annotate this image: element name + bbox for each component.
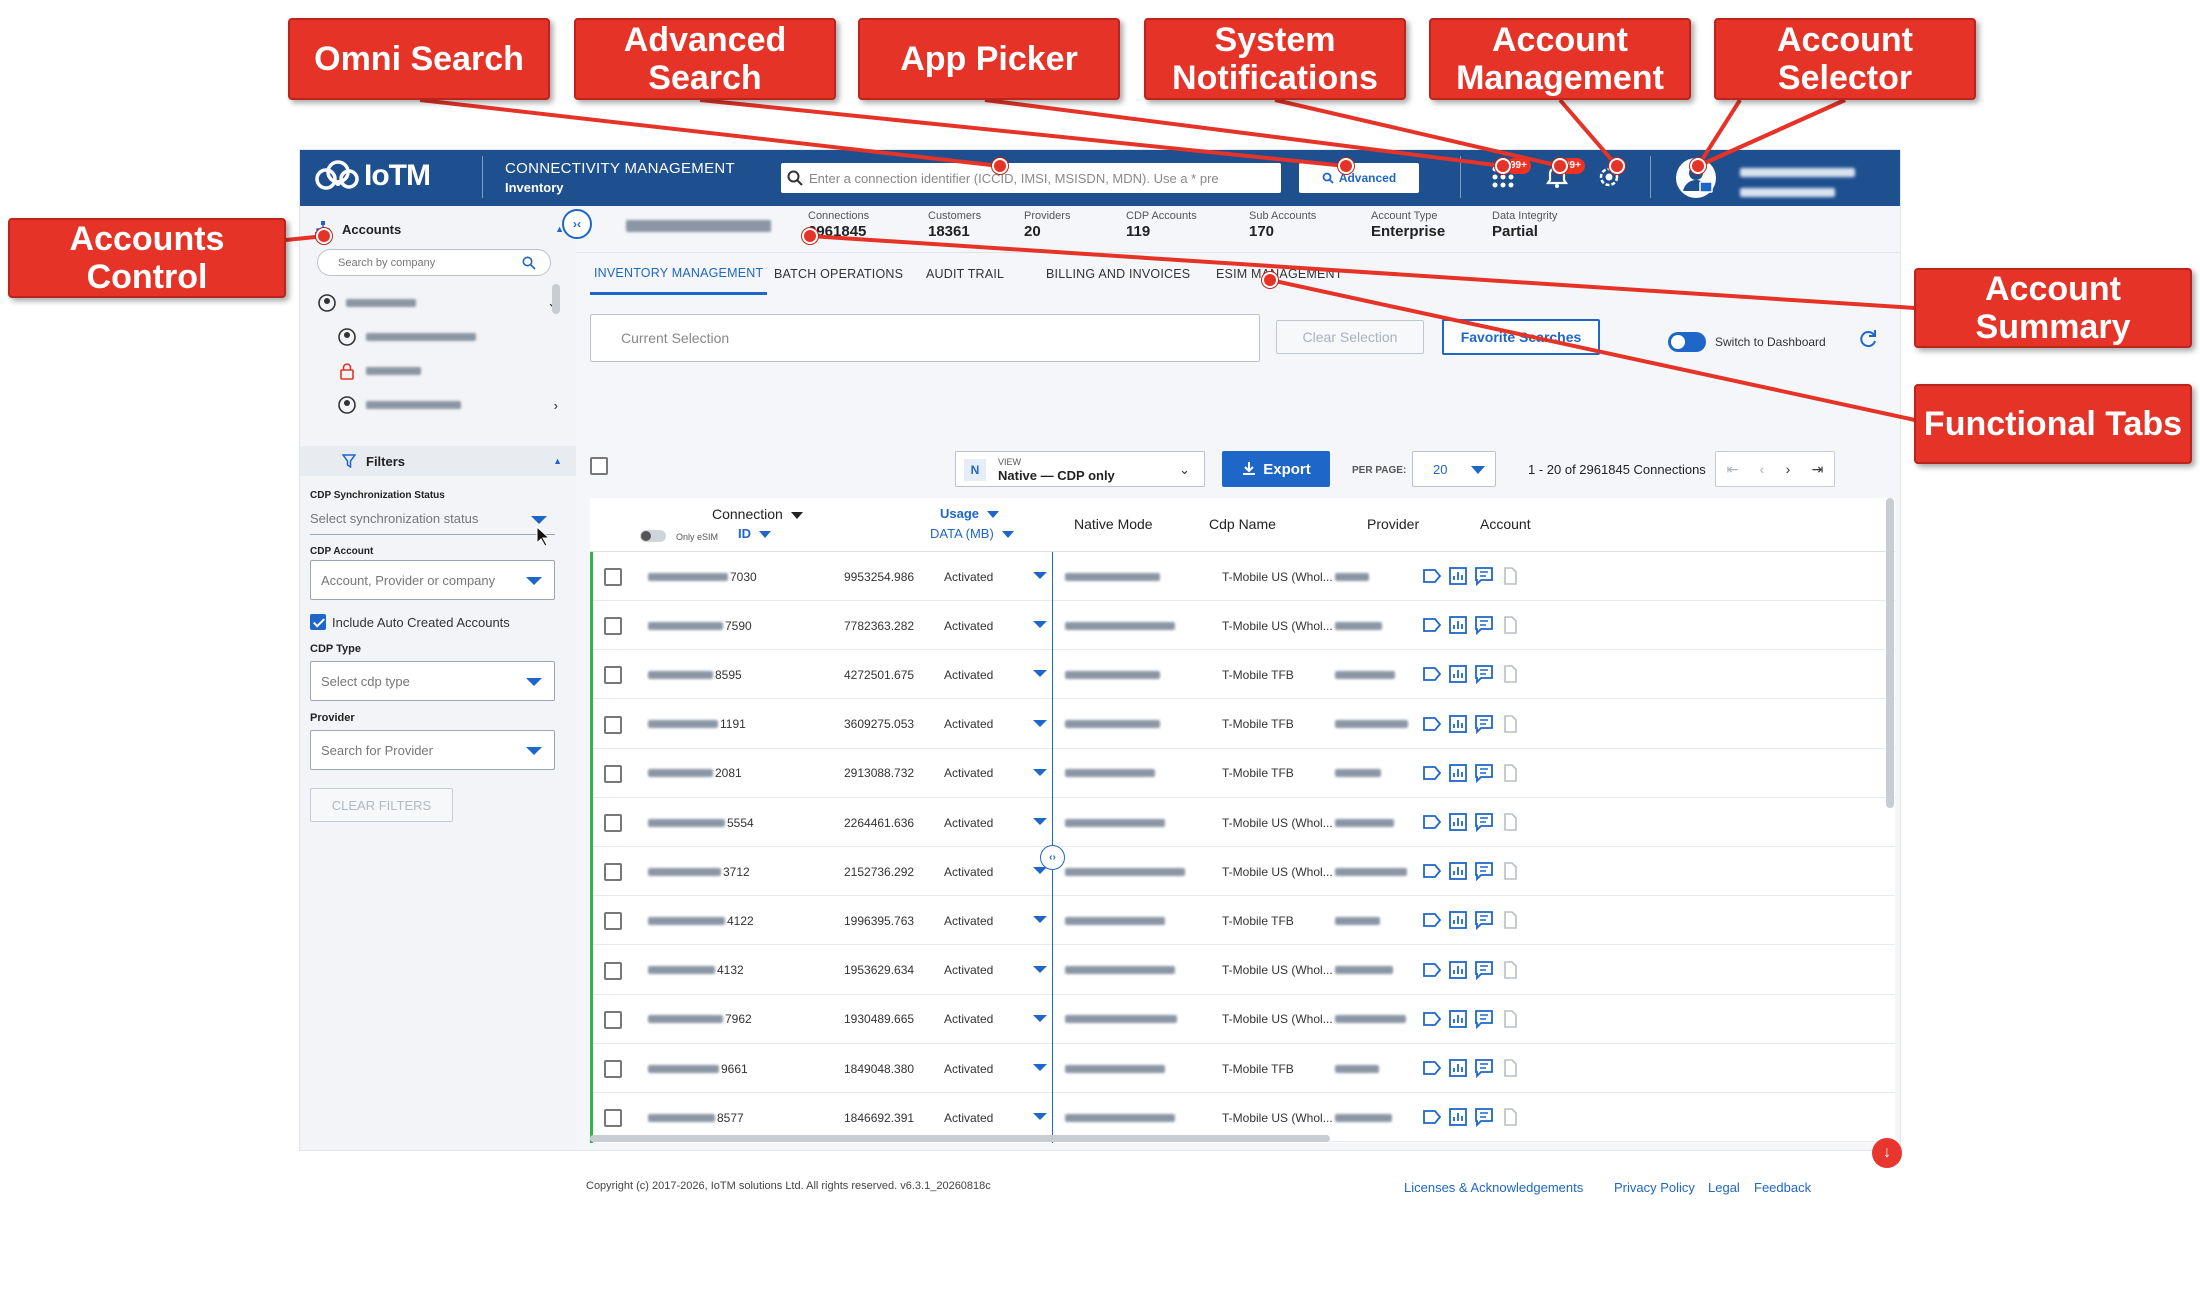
callout-dot [1552, 158, 1568, 174]
callout-dot [316, 228, 332, 244]
callout-dot [992, 158, 1008, 174]
callout-account-summary: Account Summary [1914, 268, 2192, 348]
callout-accounts-control: Accounts Control [8, 218, 286, 298]
callout-dot [1690, 158, 1706, 174]
callout-account-management: Account Management [1429, 18, 1691, 100]
callout-dot [1609, 158, 1625, 174]
callout-dot [1262, 272, 1278, 288]
callout-system-notifications: System Notifications [1144, 18, 1406, 100]
callout-functional-tabs: Functional Tabs [1914, 384, 2192, 464]
callout-omni-search: Omni Search [288, 18, 550, 100]
callout-advanced-search: Advanced Search [574, 18, 836, 100]
callout-account-selector: Account Selector [1714, 18, 1976, 100]
callout-dot [1338, 158, 1354, 174]
callout-dot [802, 228, 818, 244]
callout-lines [285, 98, 1916, 422]
callout-app-picker: App Picker [858, 18, 1120, 100]
callout-dot [1495, 158, 1511, 174]
